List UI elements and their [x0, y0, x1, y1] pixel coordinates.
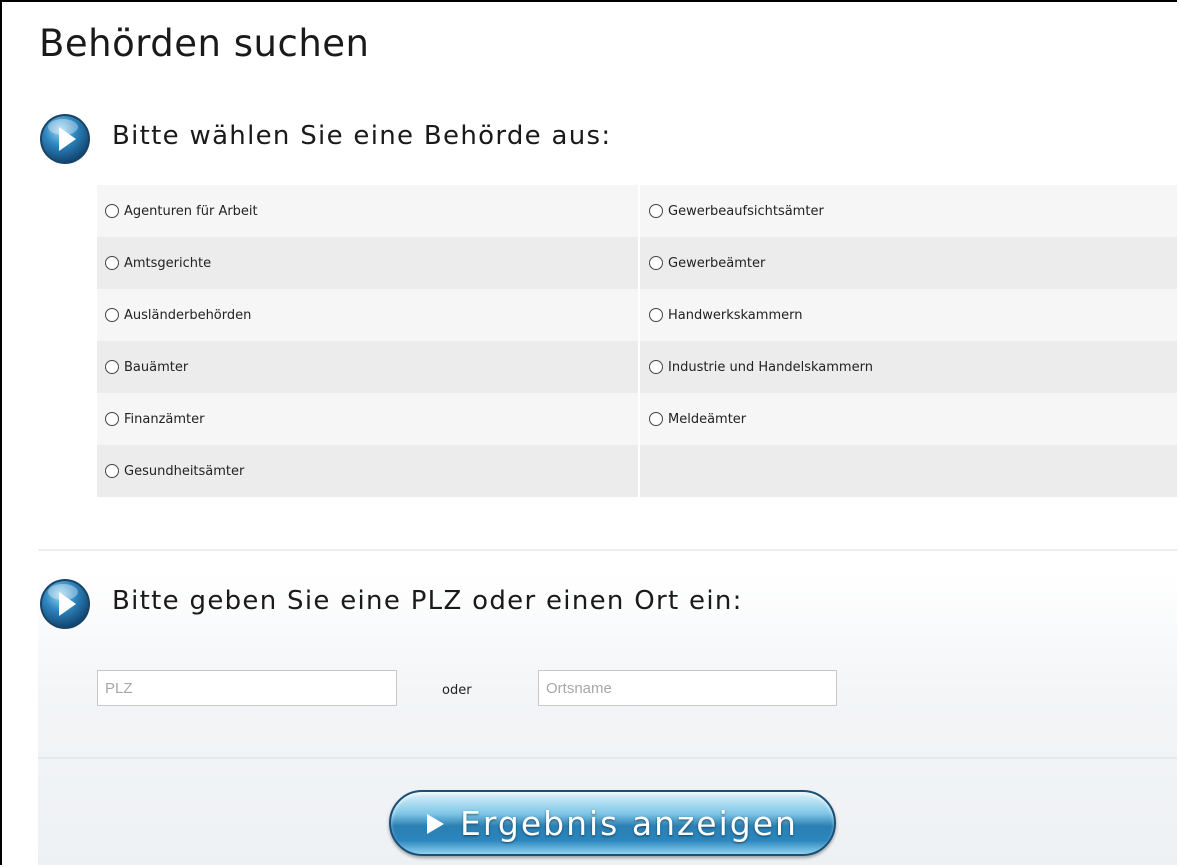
option-row: Bauämter Industrie und Handelskammern: [97, 341, 1177, 393]
show-results-label: Ergebnis anzeigen: [460, 803, 798, 843]
location-section-title: Bitte geben Sie eine PLZ oder einen Ort …: [112, 586, 743, 616]
option-row: Amtsgerichte Gewerbeämter: [97, 237, 1177, 289]
plz-input[interactable]: [97, 670, 397, 706]
option-label: Gewerbeämter: [668, 255, 766, 271]
section-divider: [38, 549, 1177, 551]
option-industrie-und-handelskammern[interactable]: Industrie und Handelskammern: [638, 341, 1177, 393]
option-meldeaemter[interactable]: Meldeämter: [638, 393, 1177, 445]
option-label: Handwerkskammern: [668, 307, 803, 323]
authority-section-title: Bitte wählen Sie eine Behörde aus:: [112, 121, 612, 151]
search-panel: Behörden suchen Bitte wählen Sie eine Be…: [0, 0, 1177, 865]
or-separator: oder: [442, 683, 472, 698]
location-section-heading: Bitte geben Sie eine PLZ oder einen Ort …: [38, 575, 743, 633]
play-circle-icon: [40, 114, 90, 164]
option-row: Finanzämter Meldeämter: [97, 393, 1177, 445]
radio-button[interactable]: [649, 256, 663, 270]
radio-button[interactable]: [105, 464, 119, 478]
option-label: Meldeämter: [668, 411, 747, 427]
section-divider: [38, 757, 1177, 759]
option-label: Industrie und Handelskammern: [668, 359, 873, 375]
show-results-button[interactable]: Ergebnis anzeigen: [389, 790, 836, 856]
radio-button[interactable]: [105, 308, 119, 322]
radio-button[interactable]: [649, 308, 663, 322]
option-finanzaemter[interactable]: Finanzämter: [97, 393, 638, 445]
radio-button[interactable]: [105, 256, 119, 270]
option-agenturen-fuer-arbeit[interactable]: Agenturen für Arbeit: [97, 185, 638, 237]
option-auslaenderbehoerden[interactable]: Ausländerbehörden: [97, 289, 638, 341]
radio-button[interactable]: [649, 412, 663, 426]
play-triangle-icon: [427, 814, 445, 834]
option-label: Gewerbeaufsichtsämter: [668, 203, 824, 219]
option-label: Amtsgerichte: [124, 255, 212, 271]
radio-button[interactable]: [105, 360, 119, 374]
radio-button[interactable]: [105, 412, 119, 426]
radio-button[interactable]: [649, 360, 663, 374]
option-row: Gesundheitsämter: [97, 445, 1177, 497]
option-handwerkskammern[interactable]: Handwerkskammern: [638, 289, 1177, 341]
option-row: Agenturen für Arbeit Gewerbeaufsichtsämt…: [97, 185, 1177, 237]
option-gewerbeaufsichtsaemter[interactable]: Gewerbeaufsichtsämter: [638, 185, 1177, 237]
option-label: Agenturen für Arbeit: [124, 203, 258, 219]
option-bauaemter[interactable]: Bauämter: [97, 341, 638, 393]
empty-cell: [638, 445, 1177, 497]
option-label: Ausländerbehörden: [124, 307, 252, 323]
page-title: Behörden suchen: [39, 22, 370, 65]
play-circle-icon: [40, 579, 90, 629]
ortsname-input[interactable]: [538, 670, 837, 706]
authority-options: Agenturen für Arbeit Gewerbeaufsichtsämt…: [97, 185, 1177, 497]
option-label: Gesundheitsämter: [124, 463, 245, 479]
radio-button[interactable]: [649, 204, 663, 218]
radio-button[interactable]: [105, 204, 119, 218]
option-gesundheitsaemter[interactable]: Gesundheitsämter: [97, 445, 638, 497]
option-gewerbeaemter[interactable]: Gewerbeämter: [638, 237, 1177, 289]
option-label: Bauämter: [124, 359, 189, 375]
option-row: Ausländerbehörden Handwerkskammern: [97, 289, 1177, 341]
option-label: Finanzämter: [124, 411, 205, 427]
option-amtsgerichte[interactable]: Amtsgerichte: [97, 237, 638, 289]
authority-section-heading: Bitte wählen Sie eine Behörde aus:: [38, 110, 611, 168]
